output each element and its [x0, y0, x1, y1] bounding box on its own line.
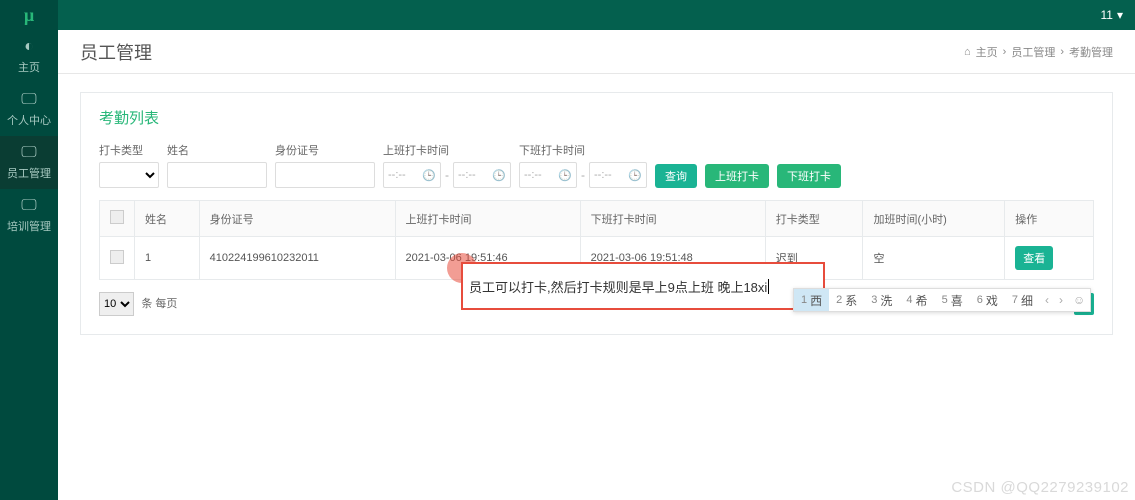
- monitor-icon: 🖵: [21, 91, 36, 109]
- view-button[interactable]: 查看: [1015, 246, 1053, 270]
- dash: -: [581, 168, 585, 182]
- name-input[interactable]: [167, 162, 267, 188]
- sidebar-item-home[interactable]: ◐ 主页: [0, 30, 58, 83]
- logo-text: µ: [24, 5, 34, 26]
- col-ontime: 上班打卡时间: [395, 201, 580, 237]
- filter-ontime-label: 上班打卡时间: [383, 142, 511, 158]
- dash: -: [445, 168, 449, 182]
- breadcrumb-l2: 考勤管理: [1069, 44, 1113, 60]
- filter-bar: 打卡类型 姓名 身份证号 上班打卡时间 --:--🕒: [99, 142, 1094, 188]
- breadcrumb: ⌂ 主页 › 员工管理 › 考勤管理: [964, 44, 1113, 60]
- col-name: 姓名: [135, 201, 200, 237]
- sidebar-item-label: 主页: [18, 59, 40, 75]
- punch-on-button[interactable]: 上班打卡: [705, 164, 769, 188]
- breadcrumb-sep: ›: [1003, 46, 1007, 58]
- col-type: 打卡类型: [765, 201, 863, 237]
- cell-overtime: 空: [863, 237, 1005, 280]
- filter-offtime: 下班打卡时间 --:--🕒 - --:--🕒: [519, 142, 647, 188]
- text-cursor: [768, 279, 769, 294]
- sidebar-item-training[interactable]: 🖵 培训管理: [0, 189, 58, 242]
- main-area: 11 ▾ 员工管理 ⌂ 主页 › 员工管理 › 考勤管理 考勤列表 打卡类型: [58, 0, 1135, 500]
- perpage: 10 条 每页: [99, 292, 177, 316]
- ontime-to-input[interactable]: --:--🕒: [453, 162, 511, 188]
- select-all-checkbox[interactable]: [110, 210, 124, 224]
- col-ops: 操作: [1005, 201, 1094, 237]
- caret-down-icon: ▾: [1117, 8, 1123, 22]
- filter-name: 姓名: [167, 142, 267, 188]
- monitor-icon: 🖵: [21, 197, 36, 215]
- ime-candidate-bar: 1西 2系 3洗 4希 5喜 6戏 7细 ‹ › ☺: [793, 288, 1091, 312]
- logo: µ: [0, 0, 58, 30]
- page-title: 员工管理: [80, 39, 152, 65]
- clock-icon: 🕒: [628, 169, 642, 182]
- ime-candidate-2[interactable]: 2系: [829, 289, 864, 311]
- ime-composition-box[interactable]: 员工可以打卡,然后打卡规则是早上9点上班 晚上18xi: [461, 262, 825, 310]
- row-checkbox[interactable]: [110, 250, 124, 264]
- home-icon: ⌂: [964, 46, 971, 58]
- page-header: 员工管理 ⌂ 主页 › 员工管理 › 考勤管理: [58, 30, 1135, 74]
- sidebar: µ ◐ 主页 🖵 个人中心 🖵 员工管理 🖵 培训管理: [0, 0, 58, 500]
- filter-offtime-label: 下班打卡时间: [519, 142, 647, 158]
- ime-candidate-4[interactable]: 4希: [899, 289, 934, 311]
- ime-emoji[interactable]: ☺: [1068, 289, 1090, 311]
- ime-candidate-5[interactable]: 5喜: [935, 289, 970, 311]
- col-overtime: 加班时间(小时): [863, 201, 1005, 237]
- dashboard-icon: ◐: [24, 38, 34, 56]
- filter-idcard-label: 身份证号: [275, 142, 375, 158]
- user-menu[interactable]: 11 ▾: [1101, 8, 1124, 22]
- sidebar-item-label: 个人中心: [7, 112, 51, 128]
- breadcrumb-l1[interactable]: 员工管理: [1011, 44, 1055, 60]
- cell-name: 1: [135, 237, 200, 280]
- clock-icon: 🕒: [492, 169, 506, 182]
- punch-off-button[interactable]: 下班打卡: [777, 164, 841, 188]
- ime-candidate-7[interactable]: 7细: [1005, 289, 1040, 311]
- perpage-suffix: 条 每页: [141, 298, 177, 310]
- filter-type: 打卡类型: [99, 142, 159, 188]
- user-name: 11: [1101, 8, 1113, 22]
- filter-idcard: 身份证号: [275, 142, 375, 188]
- ime-candidate-3[interactable]: 3洗: [864, 289, 899, 311]
- offtime-to-input[interactable]: --:--🕒: [589, 162, 647, 188]
- filter-name-label: 姓名: [167, 142, 267, 158]
- sidebar-item-profile[interactable]: 🖵 个人中心: [0, 83, 58, 136]
- sidebar-item-label: 培训管理: [7, 218, 51, 234]
- breadcrumb-home[interactable]: 主页: [976, 44, 998, 60]
- type-select[interactable]: [99, 162, 159, 188]
- ime-composed-text: 员工可以打卡,然后打卡规则是早上9点上班 晚上18xi: [469, 277, 767, 296]
- sidebar-item-employee[interactable]: 🖵 员工管理: [0, 136, 58, 189]
- cell-idcard: 410224199610232011: [199, 237, 395, 280]
- topbar: 11 ▾: [58, 0, 1135, 30]
- breadcrumb-sep: ›: [1060, 46, 1064, 58]
- monitor-icon: 🖵: [21, 144, 36, 162]
- sidebar-item-label: 员工管理: [7, 165, 51, 181]
- ime-candidate-1[interactable]: 1西: [794, 289, 829, 311]
- query-button[interactable]: 查询: [655, 164, 697, 188]
- offtime-from-input[interactable]: --:--🕒: [519, 162, 577, 188]
- col-offtime: 下班打卡时间: [580, 201, 765, 237]
- clock-icon: 🕒: [422, 169, 436, 182]
- clock-icon: 🕒: [558, 169, 572, 182]
- filter-ontime: 上班打卡时间 --:--🕒 - --:--🕒: [383, 142, 511, 188]
- card-title: 考勤列表: [99, 107, 1094, 128]
- filter-type-label: 打卡类型: [99, 142, 159, 158]
- ontime-from-input[interactable]: --:--🕒: [383, 162, 441, 188]
- col-idcard: 身份证号: [199, 201, 395, 237]
- perpage-select[interactable]: 10: [99, 292, 134, 316]
- ime-next[interactable]: ›: [1054, 289, 1068, 311]
- idcard-input[interactable]: [275, 162, 375, 188]
- ime-candidate-6[interactable]: 6戏: [970, 289, 1005, 311]
- ime-prev[interactable]: ‹: [1040, 289, 1054, 311]
- table-header-row: 姓名 身份证号 上班打卡时间 下班打卡时间 打卡类型 加班时间(小时) 操作: [100, 201, 1094, 237]
